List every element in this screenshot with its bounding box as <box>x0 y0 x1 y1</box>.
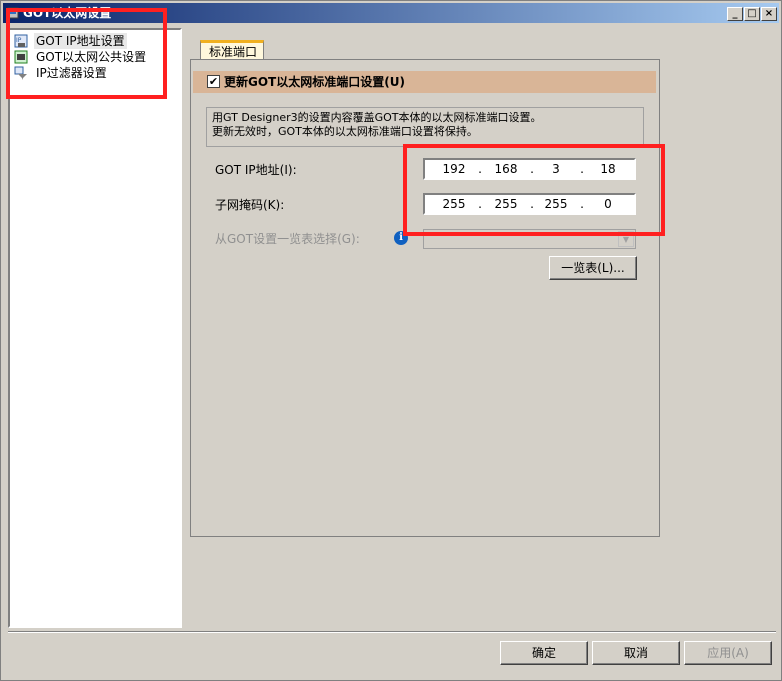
subnet-mask-label: 子网掩码(K): <box>215 198 285 212</box>
footer-separator <box>8 631 776 633</box>
maximize-button[interactable]: □ <box>744 7 760 21</box>
ethernet-settings-window: GOT以太网设置 _ □ × IP GOT IP地址设置 GOT以太网公共设置 <box>0 0 782 681</box>
info-box: 用GT Designer3的设置内容覆盖GOT本体的以太网标准端口设置。 更新无… <box>206 107 644 147</box>
update-checkbox-label[interactable]: 更新GOT以太网标准端口设置(U) <box>224 73 405 90</box>
update-checkbox[interactable]: ✔ <box>207 75 220 88</box>
select-from-list-label: 从GOT设置一览表选择(G): <box>215 232 360 246</box>
list-button[interactable]: 一览表(L)... <box>549 256 637 280</box>
cancel-button[interactable]: 取消 <box>592 641 680 665</box>
info-text-1: 用GT Designer3的设置内容覆盖GOT本体的以太网标准端口设置。 <box>212 111 542 124</box>
settings-tree[interactable]: IP GOT IP地址设置 GOT以太网公共设置 IP过滤器设置 <box>8 28 182 628</box>
annotation-box <box>403 144 665 236</box>
info-text-2: 更新无效时，GOT本体的以太网标准端口设置将保持。 <box>212 125 478 138</box>
annotation-box <box>6 8 167 99</box>
apply-button[interactable]: 应用(A) <box>684 641 772 665</box>
close-button[interactable]: × <box>761 7 777 21</box>
ip-address-label: GOT IP地址(I): <box>215 163 297 177</box>
ok-button[interactable]: 确定 <box>500 641 588 665</box>
minimize-button[interactable]: _ <box>727 7 743 21</box>
